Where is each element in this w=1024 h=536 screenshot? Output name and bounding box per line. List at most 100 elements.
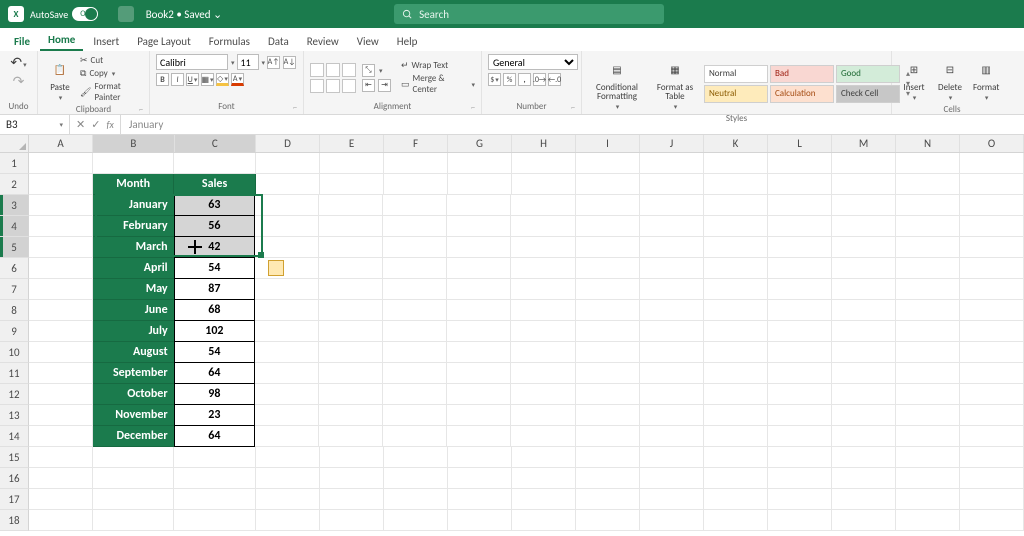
- cell-C14[interactable]: 64: [174, 425, 256, 447]
- cell-J14[interactable]: [640, 426, 704, 447]
- cell-A8[interactable]: [29, 300, 93, 321]
- cell-H11[interactable]: [511, 363, 575, 384]
- cell-N8[interactable]: [896, 300, 960, 321]
- save-icon[interactable]: [118, 6, 134, 22]
- cell-G8[interactable]: [447, 300, 511, 321]
- cell-O10[interactable]: [960, 342, 1024, 363]
- cell-L13[interactable]: [768, 405, 832, 426]
- cell-O4[interactable]: [960, 216, 1024, 237]
- cell-I7[interactable]: [576, 279, 640, 300]
- cell-D8[interactable]: [255, 300, 319, 321]
- cell-B17[interactable]: [93, 489, 174, 510]
- tab-home[interactable]: Home: [40, 29, 83, 51]
- cell-G12[interactable]: [447, 384, 511, 405]
- cell-D11[interactable]: [255, 363, 319, 384]
- fx-icon[interactable]: fx: [106, 118, 113, 131]
- column-header-I[interactable]: I: [576, 135, 640, 152]
- cell-B2[interactable]: Month: [93, 174, 174, 195]
- cancel-formula-icon[interactable]: ✕: [76, 118, 85, 131]
- cell-E8[interactable]: [319, 300, 383, 321]
- cell-F10[interactable]: [383, 342, 447, 363]
- cell-K10[interactable]: [704, 342, 768, 363]
- cell-L4[interactable]: [768, 216, 832, 237]
- style-good[interactable]: Good: [836, 65, 900, 83]
- cell-H13[interactable]: [511, 405, 575, 426]
- cell-D16[interactable]: [256, 468, 320, 489]
- column-header-C[interactable]: C: [175, 135, 256, 152]
- cell-D3[interactable]: [255, 195, 319, 216]
- cell-F11[interactable]: [383, 363, 447, 384]
- tab-file[interactable]: File: [6, 31, 38, 51]
- cell-H10[interactable]: [511, 342, 575, 363]
- cell-A12[interactable]: [29, 384, 93, 405]
- cell-A17[interactable]: [29, 489, 93, 510]
- cell-D12[interactable]: [255, 384, 319, 405]
- cell-H12[interactable]: [511, 384, 575, 405]
- style-bad[interactable]: Bad: [770, 65, 834, 83]
- font-name-input[interactable]: [156, 54, 228, 70]
- cell-M8[interactable]: [832, 300, 896, 321]
- cell-L14[interactable]: [768, 426, 832, 447]
- column-header-N[interactable]: N: [896, 135, 960, 152]
- select-all-corner[interactable]: [0, 135, 29, 152]
- comma-button[interactable]: ,: [518, 73, 531, 86]
- font-color-button[interactable]: A▾: [231, 73, 244, 86]
- cell-J9[interactable]: [640, 321, 704, 342]
- cell-M15[interactable]: [832, 447, 896, 468]
- cell-C16[interactable]: [174, 468, 255, 489]
- cell-E14[interactable]: [319, 426, 383, 447]
- cell-I8[interactable]: [576, 300, 640, 321]
- tab-data[interactable]: Data: [260, 31, 297, 51]
- cell-A4[interactable]: [29, 216, 93, 237]
- cell-G13[interactable]: [447, 405, 511, 426]
- increase-font-icon[interactable]: A↑: [267, 56, 280, 69]
- row-header[interactable]: 12: [0, 384, 29, 405]
- column-header-A[interactable]: A: [29, 135, 93, 152]
- cell-G3[interactable]: [447, 195, 511, 216]
- cell-K13[interactable]: [704, 405, 768, 426]
- cell-L16[interactable]: [768, 468, 832, 489]
- cell-C12[interactable]: 98: [174, 383, 256, 405]
- decrease-font-icon[interactable]: A↓: [283, 56, 296, 69]
- cell-H17[interactable]: [512, 489, 576, 510]
- cell-A14[interactable]: [29, 426, 93, 447]
- cell-J1[interactable]: [640, 153, 704, 174]
- cell-I2[interactable]: [576, 174, 640, 195]
- cell-D2[interactable]: [256, 174, 320, 195]
- cell-K4[interactable]: [704, 216, 768, 237]
- cell-B10[interactable]: August: [93, 342, 175, 363]
- cell-F1[interactable]: [384, 153, 448, 174]
- cell-C11[interactable]: 64: [174, 362, 256, 384]
- fill-color-button[interactable]: ◇▾: [216, 73, 229, 86]
- cell-N7[interactable]: [896, 279, 960, 300]
- cell-B3[interactable]: January: [93, 195, 175, 216]
- cell-N12[interactable]: [896, 384, 960, 405]
- row-header[interactable]: 14: [0, 426, 29, 447]
- cell-B13[interactable]: November: [93, 405, 175, 426]
- cell-N4[interactable]: [896, 216, 960, 237]
- bold-button[interactable]: B: [156, 73, 169, 86]
- cell-D1[interactable]: [256, 153, 320, 174]
- cell-L5[interactable]: [768, 237, 832, 258]
- cell-I14[interactable]: [576, 426, 640, 447]
- cell-E18[interactable]: [320, 510, 384, 531]
- cell-E12[interactable]: [319, 384, 383, 405]
- cell-C9[interactable]: 102: [174, 320, 256, 342]
- row-header[interactable]: 9: [0, 321, 29, 342]
- cell-O2[interactable]: [960, 174, 1024, 195]
- cell-M10[interactable]: [832, 342, 896, 363]
- cell-F17[interactable]: [384, 489, 448, 510]
- cell-B8[interactable]: June: [93, 300, 175, 321]
- cell-C18[interactable]: [174, 510, 255, 531]
- cell-J16[interactable]: [640, 468, 704, 489]
- cell-L11[interactable]: [768, 363, 832, 384]
- cell-K14[interactable]: [704, 426, 768, 447]
- cell-C3[interactable]: 63: [174, 194, 256, 216]
- cell-H16[interactable]: [512, 468, 576, 489]
- cell-A18[interactable]: [29, 510, 93, 531]
- cell-L3[interactable]: [768, 195, 832, 216]
- increase-decimal-button[interactable]: .0→: [533, 73, 546, 86]
- cell-O7[interactable]: [960, 279, 1024, 300]
- cell-B7[interactable]: May: [93, 279, 175, 300]
- formula-text[interactable]: January: [121, 118, 171, 131]
